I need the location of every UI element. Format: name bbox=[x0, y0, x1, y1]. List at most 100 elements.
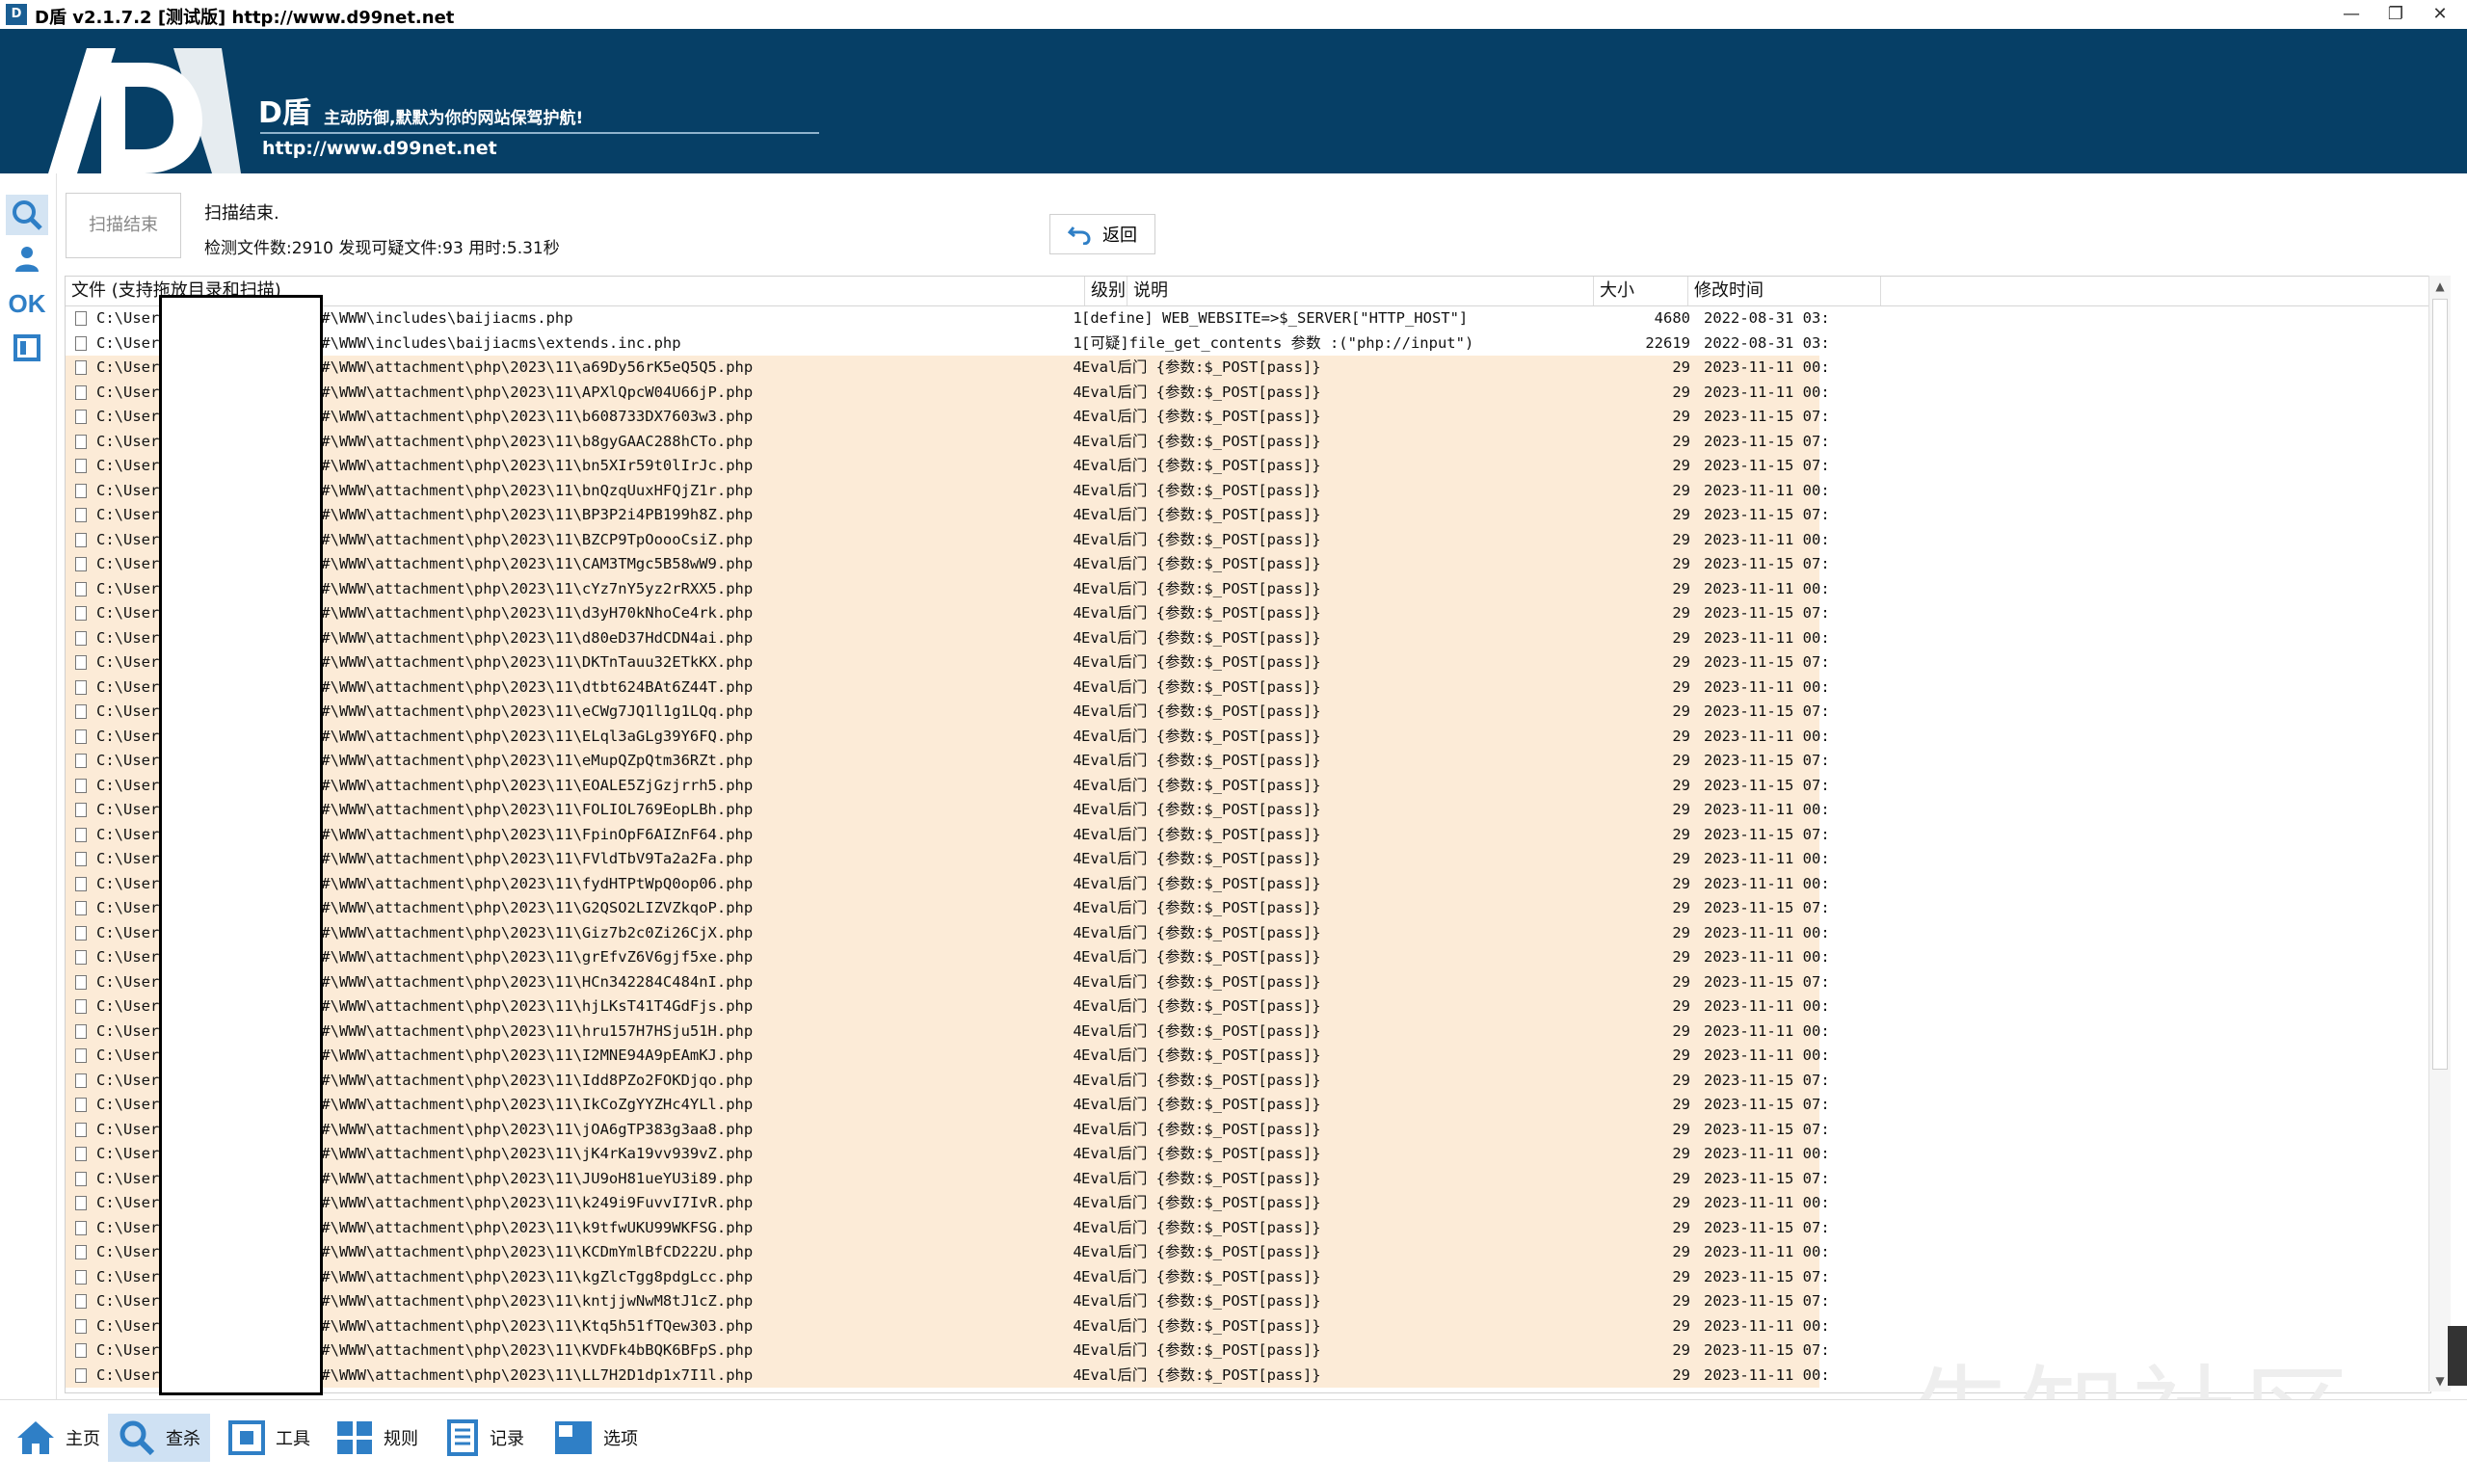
table-row[interactable]: C:\User #\WWW\attachment\php\2023\11\CAM… bbox=[66, 552, 1829, 577]
table-row[interactable]: C:\User #\WWW\attachment\php\2023\11\Ktq… bbox=[66, 1313, 1829, 1338]
table-row[interactable]: C:\User #\WWW\attachment\php\2023\11\DKT… bbox=[66, 650, 1829, 676]
description-cell: Eval后门 {参数:$_POST[pass]} bbox=[1081, 604, 1321, 622]
description-cell: Eval后门 {参数:$_POST[pass]} bbox=[1081, 358, 1321, 376]
table-row[interactable]: C:\User #\WWW\attachment\php\2023\11\grE… bbox=[66, 945, 1829, 970]
table-row[interactable]: C:\User #\WWW\attachment\php\2023\11\HCn… bbox=[66, 969, 1829, 994]
size-cell: 29 bbox=[1672, 1341, 1690, 1359]
table-row[interactable]: C:\User #\WWW\attachment\php\2023\11\BZC… bbox=[66, 527, 1829, 552]
table-row[interactable]: C:\User #\WWW\attachment\php\2023\11\b8g… bbox=[66, 429, 1829, 454]
tools-icon bbox=[228, 1420, 265, 1455]
restore-icon[interactable]: ❐ bbox=[2376, 2, 2415, 27]
table-row[interactable]: C:\User #\WWW\attachment\php\2023\11\Idd… bbox=[66, 1068, 1829, 1093]
left-ok-button[interactable]: OK bbox=[6, 283, 48, 324]
table-row[interactable]: C:\User #\WWW\attachment\php\2023\11\b60… bbox=[66, 405, 1829, 430]
file-icon bbox=[75, 311, 87, 326]
mtime-cell: 2023-11-11 00:32:06 bbox=[1704, 1365, 1829, 1384]
description-cell: Eval后门 {参数:$_POST[pass]} bbox=[1081, 506, 1321, 523]
table-row[interactable]: C:\User #\WWW\attachment\php\2023\11\k24… bbox=[66, 1191, 1829, 1216]
nav-home[interactable]: 主页 bbox=[6, 1414, 110, 1462]
description-cell: Eval后门 {参数:$_POST[pass]} bbox=[1081, 923, 1321, 941]
nav-scan[interactable]: 查杀 bbox=[108, 1414, 210, 1462]
table-row[interactable]: C:\User #\WWW\attachment\php\2023\11\jOA… bbox=[66, 1117, 1829, 1142]
table-row[interactable]: C:\User #\WWW\attachment\php\2023\11\JU9… bbox=[66, 1166, 1829, 1191]
description-cell: Eval后门 {参数:$_POST[pass]} bbox=[1081, 825, 1321, 843]
description-cell: Eval后门 {参数:$_POST[pass]} bbox=[1081, 1047, 1321, 1064]
left-frame-button[interactable] bbox=[6, 328, 48, 368]
table-row[interactable]: C:\User #\WWW\includes\baijiacms\extends… bbox=[66, 331, 1829, 356]
description-cell: Eval后门 {参数:$_POST[pass]} bbox=[1081, 555, 1321, 572]
left-user-scan-button[interactable] bbox=[6, 239, 48, 279]
table-row[interactable]: C:\User #\WWW\attachment\php\2023\11\a69… bbox=[66, 356, 1829, 381]
table-row[interactable]: C:\User #\WWW\attachment\php\2023\11\hjL… bbox=[66, 994, 1829, 1020]
column-header-size[interactable]: 大小 bbox=[1594, 277, 1688, 305]
scan-button[interactable]: 扫描结束 bbox=[66, 193, 181, 258]
mtime-cell: 2023-11-11 00:32:16 bbox=[1704, 1194, 1829, 1211]
table-row[interactable]: C:\User #\WWW\attachment\php\2023\11\dtb… bbox=[66, 675, 1829, 700]
results-table[interactable]: 文件 (支持拖放目录和扫描) 级别 说明 大小 修改时间 C:\User #\W… bbox=[65, 276, 2431, 1393]
table-row[interactable]: C:\User #\WWW\attachment\php\2023\11\APX… bbox=[66, 380, 1829, 405]
file-icon bbox=[75, 925, 87, 941]
size-cell: 29 bbox=[1672, 850, 1690, 867]
table-row[interactable]: C:\User #\WWW\attachment\php\2023\11\jK4… bbox=[66, 1142, 1829, 1167]
size-cell: 29 bbox=[1672, 1120, 1690, 1138]
description-cell: Eval后门 {参数:$_POST[pass]} bbox=[1081, 408, 1321, 425]
table-row[interactable]: C:\User #\WWW\attachment\php\2023\11\FVl… bbox=[66, 847, 1829, 872]
nav-log[interactable]: 记录 bbox=[436, 1414, 534, 1462]
left-search-button[interactable] bbox=[6, 195, 48, 235]
table-row[interactable]: C:\User #\WWW\attachment\php\2023\11\BP3… bbox=[66, 503, 1829, 528]
size-cell: 29 bbox=[1672, 1365, 1690, 1384]
table-row[interactable]: C:\User #\WWW\attachment\php\2023\11\k9t… bbox=[66, 1215, 1829, 1240]
table-row[interactable]: C:\User #\WWW\attachment\php\2023\11\Giz… bbox=[66, 920, 1829, 945]
file-icon bbox=[75, 459, 87, 473]
nav-rules[interactable]: 规则 bbox=[326, 1414, 428, 1462]
nav-options[interactable]: 选项 bbox=[544, 1414, 648, 1462]
table-row[interactable]: C:\User #\WWW\attachment\php\2023\11\ELq… bbox=[66, 724, 1829, 749]
table-row[interactable]: C:\User #\WWW\attachment\php\2023\11\bn5… bbox=[66, 454, 1829, 479]
brand-name: D盾 bbox=[258, 96, 311, 130]
column-header-level[interactable]: 级别 bbox=[1085, 277, 1127, 305]
header-url[interactable]: http://www.d99net.net bbox=[262, 138, 497, 159]
vertical-scrollbar[interactable]: ▲ ▼ bbox=[2428, 276, 2451, 1391]
table-row[interactable]: C:\User #\WWW\attachment\php\2023\11\FOL… bbox=[66, 798, 1829, 823]
table-row[interactable]: C:\User #\WWW\attachment\php\2023\11\LL7… bbox=[66, 1363, 1829, 1388]
ok-icon: OK bbox=[8, 288, 46, 318]
table-row[interactable]: C:\User #\WWW\attachment\php\2023\11\KVD… bbox=[66, 1338, 1829, 1364]
close-icon[interactable]: ✕ bbox=[2421, 2, 2459, 27]
table-row[interactable]: C:\User #\WWW\attachment\php\2023\11\EOA… bbox=[66, 773, 1829, 798]
file-icon bbox=[75, 901, 87, 915]
table-row[interactable]: C:\User #\WWW\attachment\php\2023\11\cYz… bbox=[66, 576, 1829, 601]
side-tab[interactable] bbox=[2448, 1326, 2467, 1386]
table-row[interactable]: C:\User #\WWW\attachment\php\2023\11\eMu… bbox=[66, 749, 1829, 774]
scroll-thumb[interactable] bbox=[2432, 299, 2448, 1070]
mtime-cell: 2023-11-11 00:32:04 bbox=[1704, 1243, 1829, 1260]
nav-tools-label: 工具 bbox=[276, 1429, 310, 1449]
table-row[interactable]: C:\User #\WWW\attachment\php\2023\11\fyd… bbox=[66, 871, 1829, 896]
table-row[interactable]: C:\User #\WWW\attachment\php\2023\11\KCD… bbox=[66, 1240, 1829, 1265]
column-header-description[interactable]: 说明 bbox=[1127, 277, 1594, 305]
search-icon bbox=[119, 1420, 155, 1456]
table-row[interactable]: C:\User #\WWW\attachment\php\2023\11\d3y… bbox=[66, 601, 1829, 626]
file-icon bbox=[75, 1023, 87, 1039]
description-cell: Eval后门 {参数:$_POST[pass]} bbox=[1081, 628, 1321, 647]
table-row[interactable]: C:\User #\WWW\attachment\php\2023\11\G2Q… bbox=[66, 896, 1829, 921]
minimize-icon[interactable]: — bbox=[2332, 2, 2371, 27]
table-row[interactable]: C:\User #\WWW\attachment\php\2023\11\Fpi… bbox=[66, 822, 1829, 847]
mtime-cell: 2023-11-15 07:40:22 bbox=[1704, 1292, 1829, 1310]
table-row[interactable]: C:\User #\WWW\attachment\php\2023\11\I2M… bbox=[66, 1044, 1829, 1069]
column-header-mtime[interactable]: 修改时间 bbox=[1688, 277, 1881, 305]
description-cell: Eval后门 {参数:$_POST[pass]} bbox=[1081, 776, 1321, 794]
description-cell: Eval后门 {参数:$_POST[pass]} bbox=[1081, 1096, 1321, 1113]
table-row[interactable]: C:\User #\WWW\attachment\php\2023\11\hru… bbox=[66, 1019, 1829, 1044]
back-button[interactable]: 返回 bbox=[1049, 214, 1155, 254]
nav-tools[interactable]: 工具 bbox=[218, 1414, 320, 1462]
table-row[interactable]: C:\User #\WWW\attachment\php\2023\11\d80… bbox=[66, 625, 1829, 650]
table-row[interactable]: C:\User #\WWW\attachment\php\2023\11\kgZ… bbox=[66, 1264, 1829, 1289]
table-row[interactable]: C:\User #\WWW\attachment\php\2023\11\knt… bbox=[66, 1289, 1829, 1314]
table-row[interactable]: C:\User #\WWW\attachment\php\2023\11\IkC… bbox=[66, 1093, 1829, 1118]
table-row[interactable]: C:\User #\WWW\attachment\php\2023\11\bnQ… bbox=[66, 478, 1829, 503]
file-icon bbox=[75, 827, 87, 842]
table-row[interactable]: C:\User #\WWW\includes\baijiacms.php 1 [de… bbox=[66, 306, 1829, 331]
mtime-cell: 2023-11-15 07:40:28 bbox=[1704, 604, 1829, 622]
scroll-up-icon[interactable]: ▲ bbox=[2429, 276, 2451, 297]
table-row[interactable]: C:\User #\WWW\attachment\php\2023\11\eCW… bbox=[66, 700, 1829, 725]
